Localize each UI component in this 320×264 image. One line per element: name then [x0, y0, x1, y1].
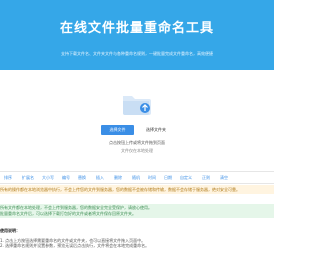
upload-folder-icon — [123, 96, 151, 115]
info-notice-line: 批量重命名文件后，可以选择下载打包好的文件或者将文件保存回原文件夹。 — [0, 211, 136, 216]
tool-number[interactable]: 编号 — [62, 172, 70, 183]
info-notice: 所有文件都在本地处理，不会上传到服务器，您的数据安全完全受保护，请放心使用。 批… — [0, 204, 274, 218]
tool-time[interactable]: 时间 — [148, 172, 156, 183]
tool-regex[interactable]: 正则 — [202, 172, 210, 183]
tool-clear[interactable]: 清空 — [220, 172, 228, 183]
upload-hint: 点击按钮上传或将文件拖到页面 — [109, 140, 165, 145]
tool-extension[interactable]: 扩展名 — [22, 172, 34, 183]
tool-delete[interactable]: 删除 — [114, 172, 122, 183]
hero-banner: 在线文件批量重命名工具 支持下载文件名、文件夹文件与各种重命名规则，一键批量完成… — [0, 0, 274, 70]
section-title: 使用说明： — [0, 228, 20, 233]
warning-notice: 所有的操作都在本地浏览器中执行，不会上传您的文件到服务器，您的数据不会被存储和传… — [0, 185, 274, 194]
tool-custom[interactable]: 自定义 — [180, 172, 192, 183]
tool-case[interactable]: 大小写 — [42, 172, 54, 183]
rename-toolbar: 排序 扩展名 大小写 编号 替换 插入 删除 随机 时间 日期 自定义 正则 清… — [0, 171, 274, 184]
page-title: 在线文件批量重命名工具 — [59, 21, 214, 36]
choose-file-button[interactable]: 选择文件 — [101, 125, 134, 135]
page-subtitle: 支持下载文件名、文件夹文件与各种重命名规则，一键批量完成文件重命名，高效便捷 — [61, 51, 213, 56]
tool-random[interactable]: 随机 — [132, 172, 140, 183]
upload-hint-sub: 文件仅在本地处理 — [121, 148, 153, 153]
tool-insert[interactable]: 插入 — [96, 172, 104, 183]
choose-folder-button[interactable]: 选择文件夹 — [138, 125, 174, 135]
tool-replace[interactable]: 替换 — [78, 172, 86, 183]
tool-date[interactable]: 日期 — [164, 172, 172, 183]
usage-description: 1. 点击上方按钮选择需要重命名的文件或文件夹，也可以直接将文件拖入页面中。 2… — [0, 238, 274, 248]
usage-line: 2. 选择重命名规则并设置参数，预览无误后点击执行，文件将会在本地完成重命名。 — [0, 243, 150, 248]
tool-sort[interactable]: 排序 — [4, 172, 12, 183]
